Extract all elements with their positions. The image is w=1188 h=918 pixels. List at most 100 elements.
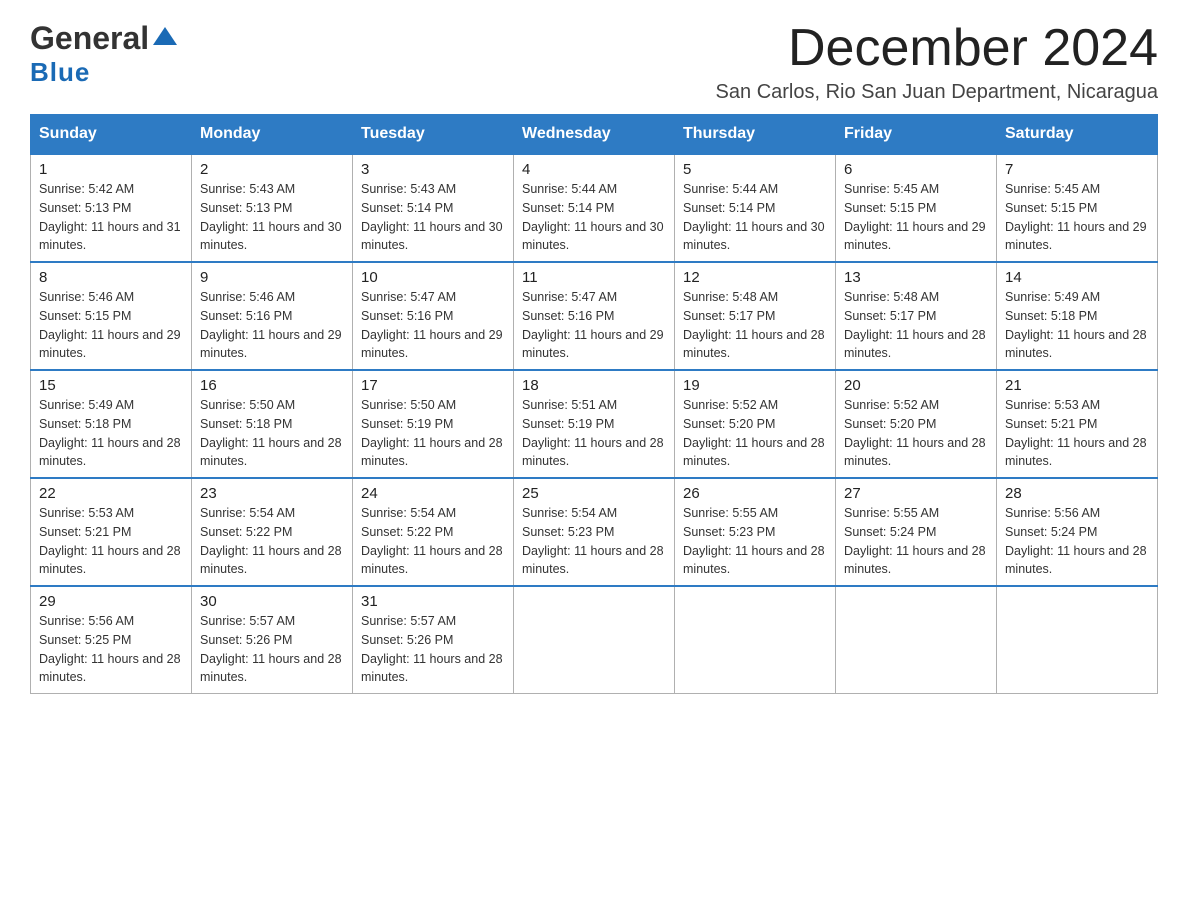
table-row: 15 Sunrise: 5:49 AM Sunset: 5:18 PM Dayl…	[31, 370, 192, 478]
title-section: December 2024 San Carlos, Rio San Juan D…	[716, 20, 1158, 104]
day-number: 11	[522, 269, 666, 286]
day-info: Sunrise: 5:56 AM Sunset: 5:24 PM Dayligh…	[1005, 504, 1149, 579]
day-info: Sunrise: 5:48 AM Sunset: 5:17 PM Dayligh…	[683, 288, 827, 363]
day-number: 6	[844, 161, 988, 178]
table-row: 6 Sunrise: 5:45 AM Sunset: 5:15 PM Dayli…	[836, 154, 997, 262]
location-subtitle: San Carlos, Rio San Juan Department, Nic…	[716, 81, 1158, 104]
table-row: 24 Sunrise: 5:54 AM Sunset: 5:22 PM Dayl…	[353, 478, 514, 586]
calendar-week-row: 15 Sunrise: 5:49 AM Sunset: 5:18 PM Dayl…	[31, 370, 1158, 478]
day-info: Sunrise: 5:42 AM Sunset: 5:13 PM Dayligh…	[39, 180, 183, 255]
day-info: Sunrise: 5:44 AM Sunset: 5:14 PM Dayligh…	[683, 180, 827, 255]
day-info: Sunrise: 5:53 AM Sunset: 5:21 PM Dayligh…	[39, 504, 183, 579]
col-tuesday: Tuesday	[353, 115, 514, 155]
day-info: Sunrise: 5:49 AM Sunset: 5:18 PM Dayligh…	[1005, 288, 1149, 363]
table-row: 28 Sunrise: 5:56 AM Sunset: 5:24 PM Dayl…	[997, 478, 1158, 586]
table-row: 30 Sunrise: 5:57 AM Sunset: 5:26 PM Dayl…	[192, 586, 353, 694]
table-row: 16 Sunrise: 5:50 AM Sunset: 5:18 PM Dayl…	[192, 370, 353, 478]
day-info: Sunrise: 5:54 AM Sunset: 5:22 PM Dayligh…	[361, 504, 505, 579]
table-row: 20 Sunrise: 5:52 AM Sunset: 5:20 PM Dayl…	[836, 370, 997, 478]
table-row: 3 Sunrise: 5:43 AM Sunset: 5:14 PM Dayli…	[353, 154, 514, 262]
calendar-week-row: 1 Sunrise: 5:42 AM Sunset: 5:13 PM Dayli…	[31, 154, 1158, 262]
table-row: 23 Sunrise: 5:54 AM Sunset: 5:22 PM Dayl…	[192, 478, 353, 586]
day-info: Sunrise: 5:46 AM Sunset: 5:15 PM Dayligh…	[39, 288, 183, 363]
table-row	[675, 586, 836, 694]
day-number: 17	[361, 377, 505, 394]
day-number: 31	[361, 593, 505, 610]
day-number: 25	[522, 485, 666, 502]
table-row	[836, 586, 997, 694]
day-number: 27	[844, 485, 988, 502]
day-info: Sunrise: 5:54 AM Sunset: 5:22 PM Dayligh…	[200, 504, 344, 579]
day-number: 26	[683, 485, 827, 502]
day-number: 28	[1005, 485, 1149, 502]
day-info: Sunrise: 5:57 AM Sunset: 5:26 PM Dayligh…	[200, 612, 344, 687]
day-info: Sunrise: 5:44 AM Sunset: 5:14 PM Dayligh…	[522, 180, 666, 255]
day-number: 14	[1005, 269, 1149, 286]
table-row: 7 Sunrise: 5:45 AM Sunset: 5:15 PM Dayli…	[997, 154, 1158, 262]
table-row: 26 Sunrise: 5:55 AM Sunset: 5:23 PM Dayl…	[675, 478, 836, 586]
page-header: General Blue December 2024 San Carlos, R…	[30, 20, 1158, 104]
table-row	[997, 586, 1158, 694]
table-row: 5 Sunrise: 5:44 AM Sunset: 5:14 PM Dayli…	[675, 154, 836, 262]
day-info: Sunrise: 5:46 AM Sunset: 5:16 PM Dayligh…	[200, 288, 344, 363]
day-info: Sunrise: 5:57 AM Sunset: 5:26 PM Dayligh…	[361, 612, 505, 687]
day-info: Sunrise: 5:56 AM Sunset: 5:25 PM Dayligh…	[39, 612, 183, 687]
col-sunday: Sunday	[31, 115, 192, 155]
day-number: 8	[39, 269, 183, 286]
day-info: Sunrise: 5:47 AM Sunset: 5:16 PM Dayligh…	[361, 288, 505, 363]
day-number: 7	[1005, 161, 1149, 178]
day-info: Sunrise: 5:45 AM Sunset: 5:15 PM Dayligh…	[1005, 180, 1149, 255]
table-row: 19 Sunrise: 5:52 AM Sunset: 5:20 PM Dayl…	[675, 370, 836, 478]
day-number: 13	[844, 269, 988, 286]
day-info: Sunrise: 5:49 AM Sunset: 5:18 PM Dayligh…	[39, 396, 183, 471]
col-monday: Monday	[192, 115, 353, 155]
table-row: 13 Sunrise: 5:48 AM Sunset: 5:17 PM Dayl…	[836, 262, 997, 370]
day-number: 4	[522, 161, 666, 178]
calendar-week-row: 22 Sunrise: 5:53 AM Sunset: 5:21 PM Dayl…	[31, 478, 1158, 586]
table-row: 12 Sunrise: 5:48 AM Sunset: 5:17 PM Dayl…	[675, 262, 836, 370]
table-row: 27 Sunrise: 5:55 AM Sunset: 5:24 PM Dayl…	[836, 478, 997, 586]
day-info: Sunrise: 5:54 AM Sunset: 5:23 PM Dayligh…	[522, 504, 666, 579]
day-number: 10	[361, 269, 505, 286]
day-info: Sunrise: 5:45 AM Sunset: 5:15 PM Dayligh…	[844, 180, 988, 255]
day-number: 29	[39, 593, 183, 610]
day-info: Sunrise: 5:48 AM Sunset: 5:17 PM Dayligh…	[844, 288, 988, 363]
day-info: Sunrise: 5:53 AM Sunset: 5:21 PM Dayligh…	[1005, 396, 1149, 471]
day-info: Sunrise: 5:52 AM Sunset: 5:20 PM Dayligh…	[683, 396, 827, 471]
day-number: 15	[39, 377, 183, 394]
month-year-title: December 2024	[716, 20, 1158, 77]
day-number: 5	[683, 161, 827, 178]
table-row: 9 Sunrise: 5:46 AM Sunset: 5:16 PM Dayli…	[192, 262, 353, 370]
day-number: 9	[200, 269, 344, 286]
day-number: 2	[200, 161, 344, 178]
day-number: 18	[522, 377, 666, 394]
logo: General Blue	[30, 20, 179, 88]
calendar-week-row: 29 Sunrise: 5:56 AM Sunset: 5:25 PM Dayl…	[31, 586, 1158, 694]
table-row	[514, 586, 675, 694]
table-row: 1 Sunrise: 5:42 AM Sunset: 5:13 PM Dayli…	[31, 154, 192, 262]
day-number: 24	[361, 485, 505, 502]
table-row: 11 Sunrise: 5:47 AM Sunset: 5:16 PM Dayl…	[514, 262, 675, 370]
day-number: 20	[844, 377, 988, 394]
day-info: Sunrise: 5:55 AM Sunset: 5:24 PM Dayligh…	[844, 504, 988, 579]
day-info: Sunrise: 5:50 AM Sunset: 5:19 PM Dayligh…	[361, 396, 505, 471]
day-info: Sunrise: 5:43 AM Sunset: 5:13 PM Dayligh…	[200, 180, 344, 255]
table-row: 21 Sunrise: 5:53 AM Sunset: 5:21 PM Dayl…	[997, 370, 1158, 478]
table-row: 4 Sunrise: 5:44 AM Sunset: 5:14 PM Dayli…	[514, 154, 675, 262]
day-number: 30	[200, 593, 344, 610]
day-number: 3	[361, 161, 505, 178]
table-row: 10 Sunrise: 5:47 AM Sunset: 5:16 PM Dayl…	[353, 262, 514, 370]
day-info: Sunrise: 5:52 AM Sunset: 5:20 PM Dayligh…	[844, 396, 988, 471]
day-number: 23	[200, 485, 344, 502]
table-row: 17 Sunrise: 5:50 AM Sunset: 5:19 PM Dayl…	[353, 370, 514, 478]
day-number: 16	[200, 377, 344, 394]
calendar-week-row: 8 Sunrise: 5:46 AM Sunset: 5:15 PM Dayli…	[31, 262, 1158, 370]
day-number: 21	[1005, 377, 1149, 394]
table-row: 2 Sunrise: 5:43 AM Sunset: 5:13 PM Dayli…	[192, 154, 353, 262]
day-info: Sunrise: 5:50 AM Sunset: 5:18 PM Dayligh…	[200, 396, 344, 471]
table-row: 31 Sunrise: 5:57 AM Sunset: 5:26 PM Dayl…	[353, 586, 514, 694]
table-row: 14 Sunrise: 5:49 AM Sunset: 5:18 PM Dayl…	[997, 262, 1158, 370]
day-number: 1	[39, 161, 183, 178]
table-row: 25 Sunrise: 5:54 AM Sunset: 5:23 PM Dayl…	[514, 478, 675, 586]
day-info: Sunrise: 5:51 AM Sunset: 5:19 PM Dayligh…	[522, 396, 666, 471]
